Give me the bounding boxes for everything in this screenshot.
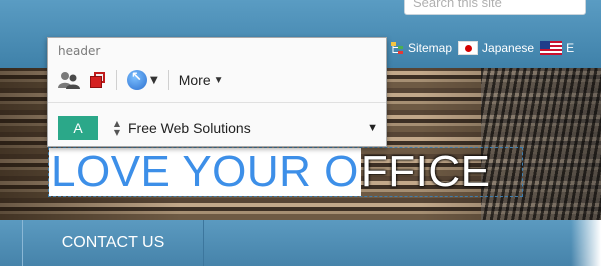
us-flag-icon [540, 41, 563, 55]
hero-headline[interactable]: LOVE YOUR O FFICE [48, 147, 523, 197]
nav-item-label: CONTACT US [61, 234, 165, 251]
search-placeholder: Search this site [413, 0, 502, 10]
toolbar-title: header [58, 44, 101, 58]
main-nav: CONTACT US [0, 220, 601, 266]
chevron-down-icon: ▼ [150, 74, 158, 86]
japanese-label: Japanese [482, 41, 535, 55]
toolbar-divider [48, 102, 386, 103]
style-select[interactable]: Free Web Solutions ▼ [128, 120, 378, 136]
style-select-value: Free Web Solutions [128, 120, 251, 136]
nav-fade [571, 220, 601, 266]
japanese-link[interactable]: Japanese [458, 41, 534, 55]
navigate-arrow-icon [127, 70, 147, 90]
users-icon [58, 72, 80, 89]
chevron-down-icon: ▼ [113, 128, 121, 137]
duplicate-icon [90, 72, 106, 88]
english-link[interactable]: E [540, 41, 574, 55]
top-links: Sitemap Japanese E [390, 38, 574, 58]
more-button[interactable]: More ▼ [179, 69, 224, 91]
more-label: More [178, 72, 211, 88]
duplicate-button[interactable] [90, 69, 106, 91]
sitemap-label: Sitemap [408, 41, 453, 55]
headline-rest-text: FFICE [360, 147, 491, 196]
sitemap-link[interactable]: Sitemap [390, 41, 452, 55]
chevron-down-icon: ▼ [213, 74, 224, 86]
chevron-down-icon: ▼ [367, 122, 378, 134]
chevron-up-icon: ▲ [113, 119, 121, 128]
navigate-button[interactable]: ▼ [127, 69, 158, 91]
text-format-badge[interactable]: A [58, 116, 98, 140]
badge-label: A [73, 120, 83, 136]
headline-selected-text: LOVE YOUR O [49, 147, 361, 196]
permissions-button[interactable] [58, 69, 80, 91]
toolbar-separator [116, 70, 117, 90]
editor-toolbar: header ▼ More ▼ A ▲ [47, 37, 387, 147]
sitemap-icon [391, 42, 403, 54]
toolbar-style-row: A ▲ ▼ Free Web Solutions ▼ [58, 115, 378, 141]
japan-flag-icon [458, 41, 479, 55]
toolbar-actions: ▼ More ▼ [58, 68, 224, 92]
toolbar-separator [167, 70, 169, 90]
search-input[interactable]: Search this site [404, 0, 586, 15]
english-label: E [566, 41, 575, 55]
style-stepper[interactable]: ▲ ▼ [112, 117, 122, 139]
nav-item-contact-us[interactable]: CONTACT US [22, 220, 204, 266]
